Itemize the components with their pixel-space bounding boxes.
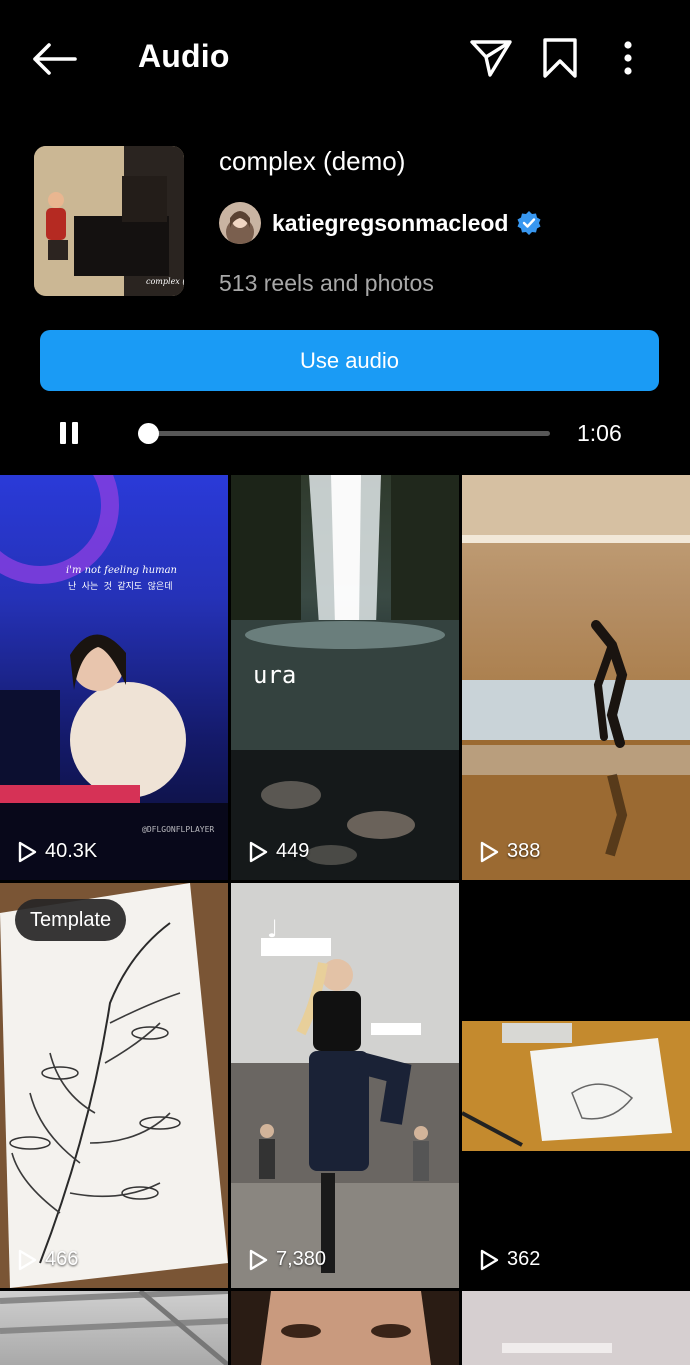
album-art-image: complex (demo) xyxy=(34,146,184,296)
pause-icon xyxy=(60,422,78,444)
bookmark-icon xyxy=(543,38,577,78)
share-button[interactable] xyxy=(466,34,516,82)
reel-tile[interactable]: Template 466 xyxy=(0,883,228,1288)
reel-count: 513 reels and photos xyxy=(219,270,434,296)
reel-thumbnail xyxy=(231,1291,459,1365)
use-audio-button[interactable]: Use audio xyxy=(40,330,659,391)
reel-tile[interactable] xyxy=(0,1291,228,1365)
reel-views: 7,380 xyxy=(276,1248,327,1270)
reel-tile[interactable]: 388 xyxy=(462,475,690,880)
reel-thumbnail xyxy=(0,1291,228,1365)
reel-view-count: 388 xyxy=(479,840,540,863)
reel-caption: i'm not feeling human xyxy=(66,565,177,576)
page-title: Audio xyxy=(138,38,230,74)
more-options-button[interactable] xyxy=(608,34,648,82)
reel-view-count: 466 xyxy=(17,1248,78,1271)
reel-views: 449 xyxy=(276,840,310,862)
reel-views: 388 xyxy=(507,840,541,862)
reel-thumbnail xyxy=(462,1021,690,1151)
reel-tile[interactable]: 362 xyxy=(462,883,690,1288)
artist-name: katiegregsonmacleod xyxy=(272,209,509,236)
top-bar: Audio xyxy=(0,0,690,116)
reel-tile[interactable]: ura 449 xyxy=(231,475,459,880)
reel-thumbnail xyxy=(231,883,459,1288)
reel-tile[interactable]: i'm not feeling human 난 사는 것 같지도 않은데 @DF… xyxy=(0,475,228,880)
play-icon xyxy=(18,1249,37,1270)
verified-badge-icon xyxy=(516,210,542,236)
reel-view-count: 449 xyxy=(248,840,309,863)
playback-time: 1:06 xyxy=(577,420,622,446)
reel-thumbnail xyxy=(462,1291,690,1365)
dance-tag-icon: ♩ xyxy=(267,915,279,943)
pause-button[interactable] xyxy=(50,412,88,454)
playback-scrubber-handle[interactable] xyxy=(138,423,159,444)
reel-thumbnail xyxy=(0,475,228,880)
back-button[interactable] xyxy=(26,36,82,82)
play-icon xyxy=(249,1249,268,1270)
reel-tile[interactable] xyxy=(231,1291,459,1365)
play-icon xyxy=(18,841,37,862)
track-title: complex (demo) xyxy=(219,146,406,176)
artist-avatar xyxy=(219,202,261,244)
reel-view-count: 7,380 xyxy=(248,1248,326,1271)
reel-caption: ura xyxy=(253,661,297,689)
reel-views: 466 xyxy=(45,1248,79,1270)
arrow-left-icon xyxy=(33,43,77,75)
reel-thumbnail xyxy=(462,475,690,880)
play-icon xyxy=(480,1249,499,1270)
reel-views: 40.3K xyxy=(45,840,98,862)
reel-tile[interactable] xyxy=(462,1291,690,1365)
more-vertical-icon xyxy=(624,41,632,75)
playback-progress-bar[interactable] xyxy=(138,423,550,444)
reel-tile[interactable]: ♩ 7,380 xyxy=(231,883,459,1288)
reel-view-count: 40.3K xyxy=(17,840,97,863)
reel-watermark: @DFLGONFLPLAYER xyxy=(142,825,215,834)
reel-view-count: 362 xyxy=(479,1248,540,1271)
reel-views: 362 xyxy=(507,1248,541,1270)
play-icon xyxy=(480,841,499,862)
template-badge: Template xyxy=(15,899,127,941)
play-icon xyxy=(249,841,268,862)
album-art: complex (demo) xyxy=(34,146,184,296)
artist-link[interactable]: katiegregsonmacleod xyxy=(219,201,542,245)
reel-caption-secondary: 난 사는 것 같지도 않은데 xyxy=(68,582,173,592)
reel-thumbnail xyxy=(0,883,228,1288)
album-caption: complex (demo) xyxy=(146,277,184,286)
paper-plane-icon xyxy=(470,40,512,77)
save-button[interactable] xyxy=(538,34,582,82)
